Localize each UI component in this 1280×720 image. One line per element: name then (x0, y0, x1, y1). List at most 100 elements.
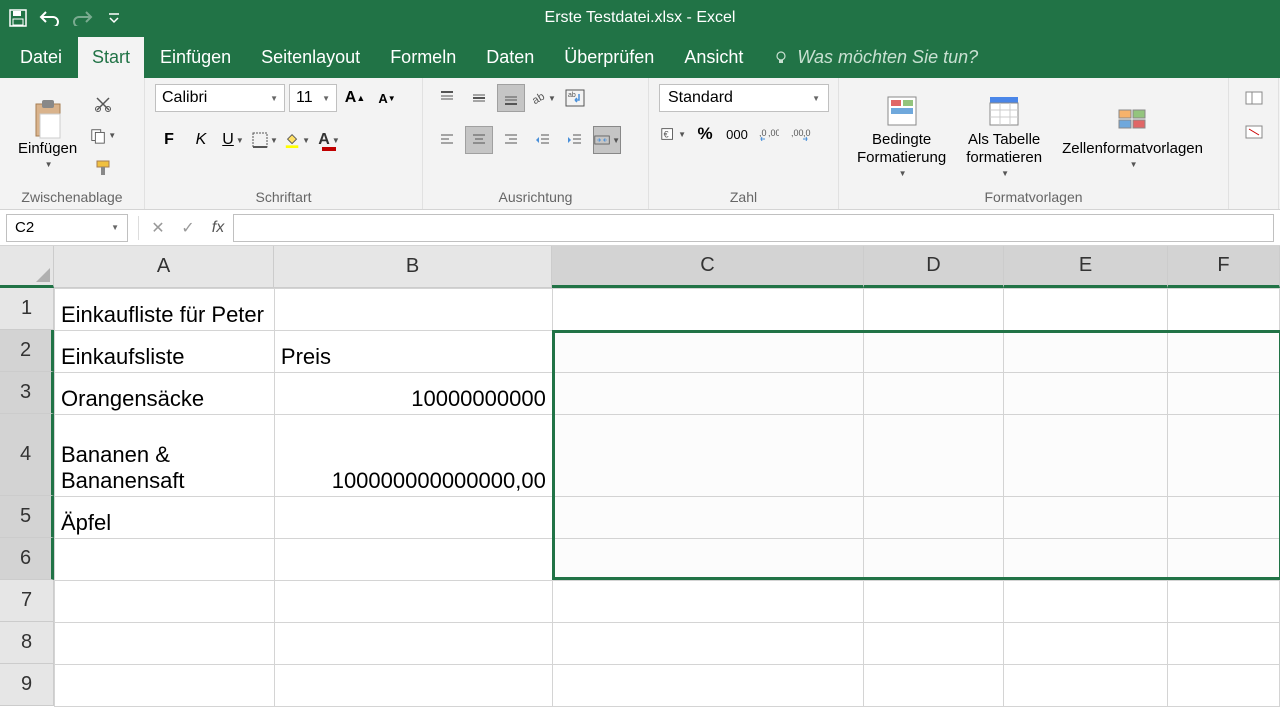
formula-input[interactable] (233, 214, 1274, 242)
cell-E6[interactable] (1004, 539, 1168, 581)
cell-C1[interactable] (552, 289, 864, 331)
row-header-5[interactable]: 5 (0, 496, 54, 538)
column-header-F[interactable]: F (1168, 246, 1280, 288)
cell-D5[interactable] (864, 497, 1004, 539)
align-bottom-icon[interactable] (497, 84, 525, 112)
row-header-8[interactable]: 8 (0, 622, 54, 664)
cell-F5[interactable] (1168, 497, 1280, 539)
cell-B1[interactable] (274, 289, 552, 331)
cell-A1[interactable]: Einkaufliste für Peter (55, 289, 275, 331)
cell-B5[interactable] (274, 497, 552, 539)
tab-page-layout[interactable]: Seitenlayout (247, 37, 374, 78)
copy-icon[interactable]: ▼ (89, 122, 117, 150)
tell-me-search[interactable]: Was möchten Sie tun? (759, 37, 992, 78)
cell-D8[interactable] (864, 623, 1004, 665)
cell-B6[interactable] (274, 539, 552, 581)
format-painter-icon[interactable] (89, 154, 117, 182)
column-header-D[interactable]: D (864, 246, 1004, 288)
tab-file[interactable]: Datei (6, 37, 76, 78)
align-center-icon[interactable] (465, 126, 493, 154)
delete-cells-icon[interactable] (1240, 118, 1268, 146)
tab-insert[interactable]: Einfügen (146, 37, 245, 78)
wrap-text-icon[interactable]: ab (561, 84, 589, 112)
cell-F1[interactable] (1168, 289, 1280, 331)
row-header-6[interactable]: 6 (0, 538, 54, 580)
cell-D6[interactable] (864, 539, 1004, 581)
decrease-font-icon[interactable]: A▼ (373, 84, 401, 112)
cell-C9[interactable] (552, 665, 864, 707)
bold-button[interactable]: F (155, 126, 183, 154)
increase-font-icon[interactable]: A▲ (341, 84, 369, 112)
cell-D7[interactable] (864, 581, 1004, 623)
accept-formula-icon[interactable]: ✓ (173, 214, 203, 242)
align-right-icon[interactable] (497, 126, 525, 154)
cancel-formula-icon[interactable]: ✕ (143, 214, 173, 242)
align-top-icon[interactable] (433, 84, 461, 112)
redo-icon[interactable] (70, 6, 94, 30)
cell-B3[interactable]: 10000000000 (274, 373, 552, 415)
row-header-1[interactable]: 1 (0, 288, 54, 330)
cut-icon[interactable] (89, 90, 117, 118)
conditional-formatting-button[interactable]: Bedingte Formatierung▼ (849, 89, 954, 183)
cell-C8[interactable] (552, 623, 864, 665)
cell-E8[interactable] (1004, 623, 1168, 665)
cell-B9[interactable] (274, 665, 552, 707)
cell-A2[interactable]: Einkaufsliste (55, 331, 275, 373)
cell-styles-button[interactable]: Zellenformatvorlagen▼ (1054, 98, 1211, 174)
row-header-9[interactable]: 9 (0, 664, 54, 706)
font-name-select[interactable]: Calibri ▼ (155, 84, 285, 112)
cell-F8[interactable] (1168, 623, 1280, 665)
cell-F9[interactable] (1168, 665, 1280, 707)
borders-icon[interactable]: ▼ (251, 126, 279, 154)
cell-F7[interactable] (1168, 581, 1280, 623)
tab-review[interactable]: Überprüfen (550, 37, 668, 78)
align-left-icon[interactable] (433, 126, 461, 154)
comma-style-icon[interactable]: 000 (723, 120, 751, 148)
font-color-icon[interactable]: A▼ (315, 126, 343, 154)
column-header-A[interactable]: A (54, 246, 274, 288)
merge-center-icon[interactable]: ▼ (593, 126, 621, 154)
cell-A8[interactable] (55, 623, 275, 665)
cell-C5[interactable] (552, 497, 864, 539)
increase-decimal-icon[interactable]: ,0,00 (755, 120, 783, 148)
cell-D9[interactable] (864, 665, 1004, 707)
format-as-table-button[interactable]: Als Tabelle formatieren▼ (958, 89, 1050, 183)
percent-icon[interactable]: % (691, 120, 719, 148)
cell-A9[interactable] (55, 665, 275, 707)
cell-A6[interactable] (55, 539, 275, 581)
undo-icon[interactable] (38, 6, 62, 30)
number-format-select[interactable]: Standard ▼ (659, 84, 829, 112)
row-header-2[interactable]: 2 (0, 330, 54, 372)
cell-F3[interactable] (1168, 373, 1280, 415)
insert-cells-icon[interactable] (1240, 84, 1268, 112)
column-header-C[interactable]: C (552, 246, 864, 288)
column-header-E[interactable]: E (1004, 246, 1168, 288)
cell-E9[interactable] (1004, 665, 1168, 707)
cell-E5[interactable] (1004, 497, 1168, 539)
cell-B8[interactable] (274, 623, 552, 665)
select-all-corner[interactable] (0, 246, 54, 288)
decrease-decimal-icon[interactable]: ,00,0 (787, 120, 815, 148)
cell-D2[interactable] (864, 331, 1004, 373)
cell-E1[interactable] (1004, 289, 1168, 331)
cell-B4[interactable]: 100000000000000,00 (274, 415, 552, 497)
cell-E3[interactable] (1004, 373, 1168, 415)
font-size-select[interactable]: 11 ▼ (289, 84, 337, 112)
row-header-4[interactable]: 4 (0, 414, 54, 496)
cell-E7[interactable] (1004, 581, 1168, 623)
cell-E2[interactable] (1004, 331, 1168, 373)
cell-F6[interactable] (1168, 539, 1280, 581)
cell-A4[interactable]: Bananen & Bananensaft (55, 415, 275, 497)
decrease-indent-icon[interactable] (529, 126, 557, 154)
cell-C2[interactable] (552, 331, 864, 373)
cell-E4[interactable] (1004, 415, 1168, 497)
italic-button[interactable]: K (187, 126, 215, 154)
save-icon[interactable] (6, 6, 30, 30)
cell-D3[interactable] (864, 373, 1004, 415)
cell-C7[interactable] (552, 581, 864, 623)
cell-B2[interactable]: Preis (274, 331, 552, 373)
cell-C3[interactable] (552, 373, 864, 415)
cell-A3[interactable]: Orangensäcke (55, 373, 275, 415)
fx-icon[interactable]: fx (203, 214, 233, 242)
cell-A5[interactable]: Äpfel (55, 497, 275, 539)
